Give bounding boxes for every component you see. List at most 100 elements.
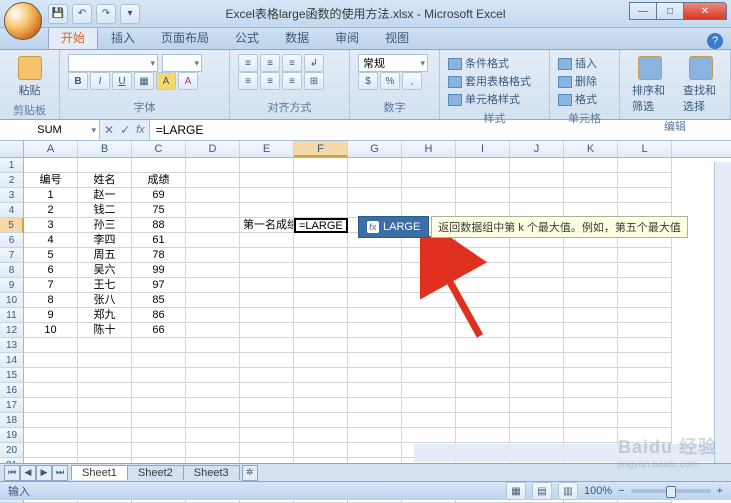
zoom-out-button[interactable]: − [618, 485, 624, 497]
row-header[interactable]: 2 [0, 173, 24, 188]
cell[interactable] [294, 293, 348, 308]
cell[interactable] [348, 293, 402, 308]
cell[interactable] [564, 308, 618, 323]
insert-cells-button[interactable]: 插入 [558, 54, 611, 72]
cell[interactable] [24, 338, 78, 353]
col-header[interactable]: F [294, 141, 348, 157]
cell[interactable] [402, 188, 456, 203]
cell[interactable] [78, 338, 132, 353]
cell[interactable] [294, 233, 348, 248]
cell[interactable] [294, 383, 348, 398]
close-button[interactable]: ✕ [683, 2, 727, 20]
cell[interactable] [618, 293, 672, 308]
cell[interactable] [186, 368, 240, 383]
cell[interactable] [510, 353, 564, 368]
cell[interactable] [402, 293, 456, 308]
cell[interactable] [348, 278, 402, 293]
table-style-button[interactable]: 套用表格格式 [448, 72, 541, 90]
cell[interactable] [564, 428, 618, 443]
qat-undo-icon[interactable]: ↶ [72, 4, 92, 24]
sheet-tab[interactable]: Sheet3 [183, 465, 240, 480]
cell[interactable] [186, 233, 240, 248]
tab-home[interactable]: 开始 [48, 25, 98, 49]
row-header[interactable]: 12 [0, 323, 24, 338]
cell[interactable] [456, 353, 510, 368]
cell[interactable] [24, 383, 78, 398]
cell[interactable] [78, 413, 132, 428]
cell[interactable] [456, 368, 510, 383]
minimize-button[interactable]: — [629, 2, 657, 20]
cell[interactable]: 99 [132, 263, 186, 278]
view-normal-icon[interactable]: ▦ [506, 482, 526, 500]
cell[interactable] [294, 338, 348, 353]
maximize-button[interactable]: □ [656, 2, 684, 20]
sheet-nav-last[interactable]: ⏭ [52, 465, 68, 481]
merge-button[interactable]: ⊞ [304, 72, 324, 90]
office-button[interactable] [4, 2, 42, 40]
cell[interactable]: 4 [24, 233, 78, 248]
cell[interactable] [240, 383, 294, 398]
underline-button[interactable]: U [112, 72, 132, 90]
help-icon[interactable]: ? [707, 33, 723, 49]
wrap-button[interactable]: ↲ [304, 54, 324, 72]
select-all-corner[interactable] [0, 141, 24, 157]
cell[interactable] [132, 383, 186, 398]
cell[interactable] [564, 173, 618, 188]
cell[interactable] [348, 428, 402, 443]
cell[interactable] [186, 413, 240, 428]
cell[interactable]: 61 [132, 233, 186, 248]
cell[interactable] [294, 413, 348, 428]
cell[interactable] [564, 278, 618, 293]
cell[interactable] [294, 353, 348, 368]
col-header[interactable]: K [564, 141, 618, 157]
cell[interactable] [510, 368, 564, 383]
cell[interactable] [564, 323, 618, 338]
tab-data[interactable]: 数据 [272, 25, 322, 49]
cell[interactable] [456, 338, 510, 353]
col-header[interactable]: J [510, 141, 564, 157]
row-header[interactable]: 10 [0, 293, 24, 308]
cell[interactable] [294, 263, 348, 278]
row-header[interactable]: 11 [0, 308, 24, 323]
border-button[interactable]: ▦ [134, 72, 154, 90]
cell[interactable]: 李四 [78, 233, 132, 248]
cell[interactable] [564, 248, 618, 263]
currency-button[interactable]: $ [358, 72, 378, 90]
name-box[interactable]: SUM [0, 120, 100, 140]
cell[interactable] [240, 353, 294, 368]
cell[interactable] [24, 368, 78, 383]
sheet-tab[interactable]: Sheet2 [127, 465, 184, 480]
cell[interactable] [456, 323, 510, 338]
row-header[interactable]: 13 [0, 338, 24, 353]
cell[interactable] [510, 308, 564, 323]
align-left-button[interactable]: ≡ [238, 72, 258, 90]
cell[interactable]: 张八 [78, 293, 132, 308]
col-header[interactable]: G [348, 141, 402, 157]
cell[interactable] [564, 368, 618, 383]
cell[interactable] [348, 248, 402, 263]
cell[interactable] [186, 218, 240, 233]
row-header[interactable]: 17 [0, 398, 24, 413]
cell[interactable] [240, 173, 294, 188]
cell[interactable] [456, 413, 510, 428]
cell[interactable] [186, 353, 240, 368]
cell[interactable] [402, 413, 456, 428]
cell[interactable] [618, 353, 672, 368]
cell[interactable] [240, 233, 294, 248]
cell[interactable] [402, 368, 456, 383]
bold-button[interactable]: B [68, 72, 88, 90]
cell[interactable] [294, 248, 348, 263]
tab-view[interactable]: 视图 [372, 25, 422, 49]
cell[interactable] [456, 248, 510, 263]
cell[interactable] [348, 338, 402, 353]
cell[interactable] [618, 323, 672, 338]
cell[interactable]: 6 [24, 263, 78, 278]
cell[interactable] [186, 293, 240, 308]
cell[interactable] [564, 413, 618, 428]
active-cell[interactable]: =LARGE [294, 218, 348, 233]
cell[interactable] [402, 308, 456, 323]
cell[interactable] [402, 338, 456, 353]
row-header[interactable]: 8 [0, 263, 24, 278]
cell[interactable] [510, 248, 564, 263]
cell[interactable] [510, 158, 564, 173]
